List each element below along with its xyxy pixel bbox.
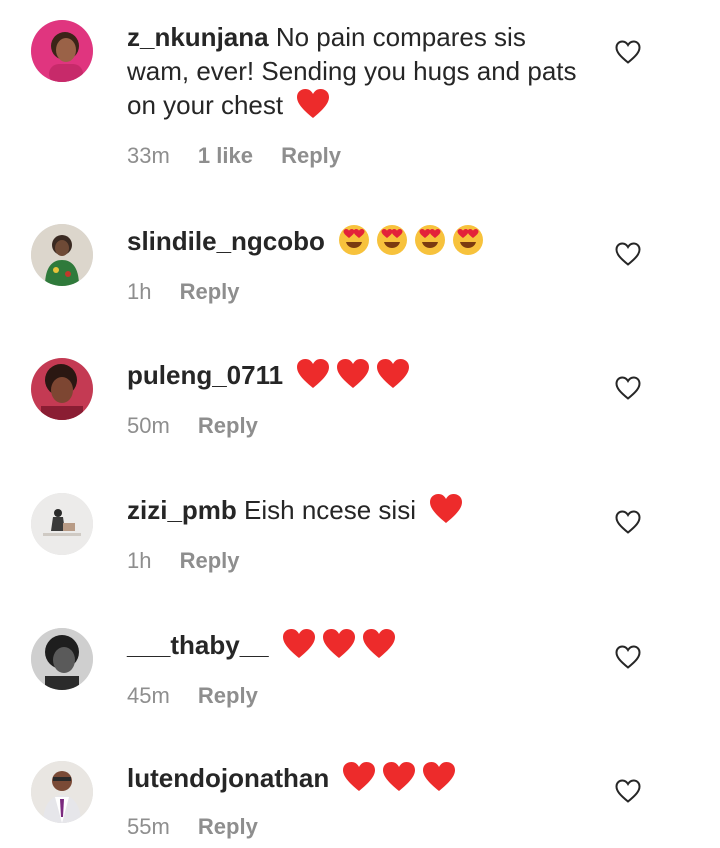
comment-message: Eish ncese sisi — [244, 495, 416, 525]
like-count[interactable]: 1 like — [198, 143, 253, 168]
like-heart-icon[interactable] — [614, 374, 642, 402]
comment-meta: 50m Reply — [127, 412, 587, 440]
like-heart-icon[interactable] — [614, 240, 642, 268]
username[interactable]: slindile_ngcobo — [127, 226, 325, 256]
username[interactable]: zizi_pmb — [127, 495, 237, 525]
comment-text: slindile_ngcobo — [127, 224, 587, 258]
red-heart-emoji — [376, 358, 410, 390]
username[interactable]: lutendojonathan — [127, 763, 329, 793]
heart-eyes-emoji — [376, 224, 408, 256]
comment-meta: 1h Reply — [127, 547, 587, 575]
comment-body: lutendojonathan 55m Reply — [127, 761, 587, 841]
reply-button[interactable]: Reply — [180, 548, 240, 573]
red-heart-emoji — [342, 761, 376, 793]
comment-time: 55m — [127, 814, 170, 839]
username[interactable]: puleng_0711 — [127, 360, 283, 390]
heart-eyes-emoji — [452, 224, 484, 256]
comment-body: puleng_0711 50m Reply — [127, 358, 587, 440]
comment-body: slindile_ngcobo 1h Reply — [127, 224, 587, 306]
avatar[interactable] — [31, 20, 93, 82]
comment-text: zizi_pmb Eish ncese sisi — [127, 493, 587, 527]
comment-text: z_nkunjana No pain compares sis wam, eve… — [127, 20, 587, 122]
reply-button[interactable]: Reply — [180, 279, 240, 304]
comment-time: 45m — [127, 683, 170, 708]
red-heart-emoji — [296, 88, 330, 120]
red-heart-emoji — [422, 761, 456, 793]
comment-time: 33m — [127, 143, 170, 168]
like-heart-icon[interactable] — [614, 508, 642, 536]
reply-button[interactable]: Reply — [281, 143, 341, 168]
comment-time: 50m — [127, 413, 170, 438]
like-heart-icon[interactable] — [614, 38, 642, 66]
comment-text: lutendojonathan — [127, 761, 587, 795]
like-heart-icon[interactable] — [614, 777, 642, 805]
avatar[interactable] — [31, 761, 93, 823]
comment-text: puleng_0711 — [127, 358, 587, 392]
red-heart-emoji — [296, 358, 330, 390]
comment-time: 1h — [127, 548, 152, 573]
username[interactable]: z_nkunjana — [127, 22, 269, 52]
avatar[interactable] — [31, 628, 93, 690]
red-heart-emoji — [322, 628, 356, 660]
reply-button[interactable]: Reply — [198, 814, 258, 839]
comment-text: ___thaby__ — [127, 628, 587, 662]
comment-time: 1h — [127, 279, 152, 304]
avatar[interactable] — [31, 224, 93, 286]
avatar[interactable] — [31, 493, 93, 555]
comment-meta: 45m Reply — [127, 682, 587, 710]
avatar[interactable] — [31, 358, 93, 420]
comment-body: z_nkunjana No pain compares sis wam, eve… — [127, 20, 587, 170]
comment-body: ___thaby__ 45m Reply — [127, 628, 587, 710]
red-heart-emoji — [362, 628, 396, 660]
comment-meta: 55m Reply — [127, 813, 587, 841]
reply-button[interactable]: Reply — [198, 413, 258, 438]
like-heart-icon[interactable] — [614, 643, 642, 671]
red-heart-emoji — [382, 761, 416, 793]
heart-eyes-emoji — [338, 224, 370, 256]
red-heart-emoji — [336, 358, 370, 390]
comment-meta: 33m 1 like Reply — [127, 142, 587, 170]
comment-meta: 1h Reply — [127, 278, 587, 306]
heart-eyes-emoji — [414, 224, 446, 256]
red-heart-emoji — [429, 493, 463, 525]
username[interactable]: ___thaby__ — [127, 630, 269, 660]
red-heart-emoji — [282, 628, 316, 660]
reply-button[interactable]: Reply — [198, 683, 258, 708]
comment-body: zizi_pmb Eish ncese sisi 1h Reply — [127, 493, 587, 575]
